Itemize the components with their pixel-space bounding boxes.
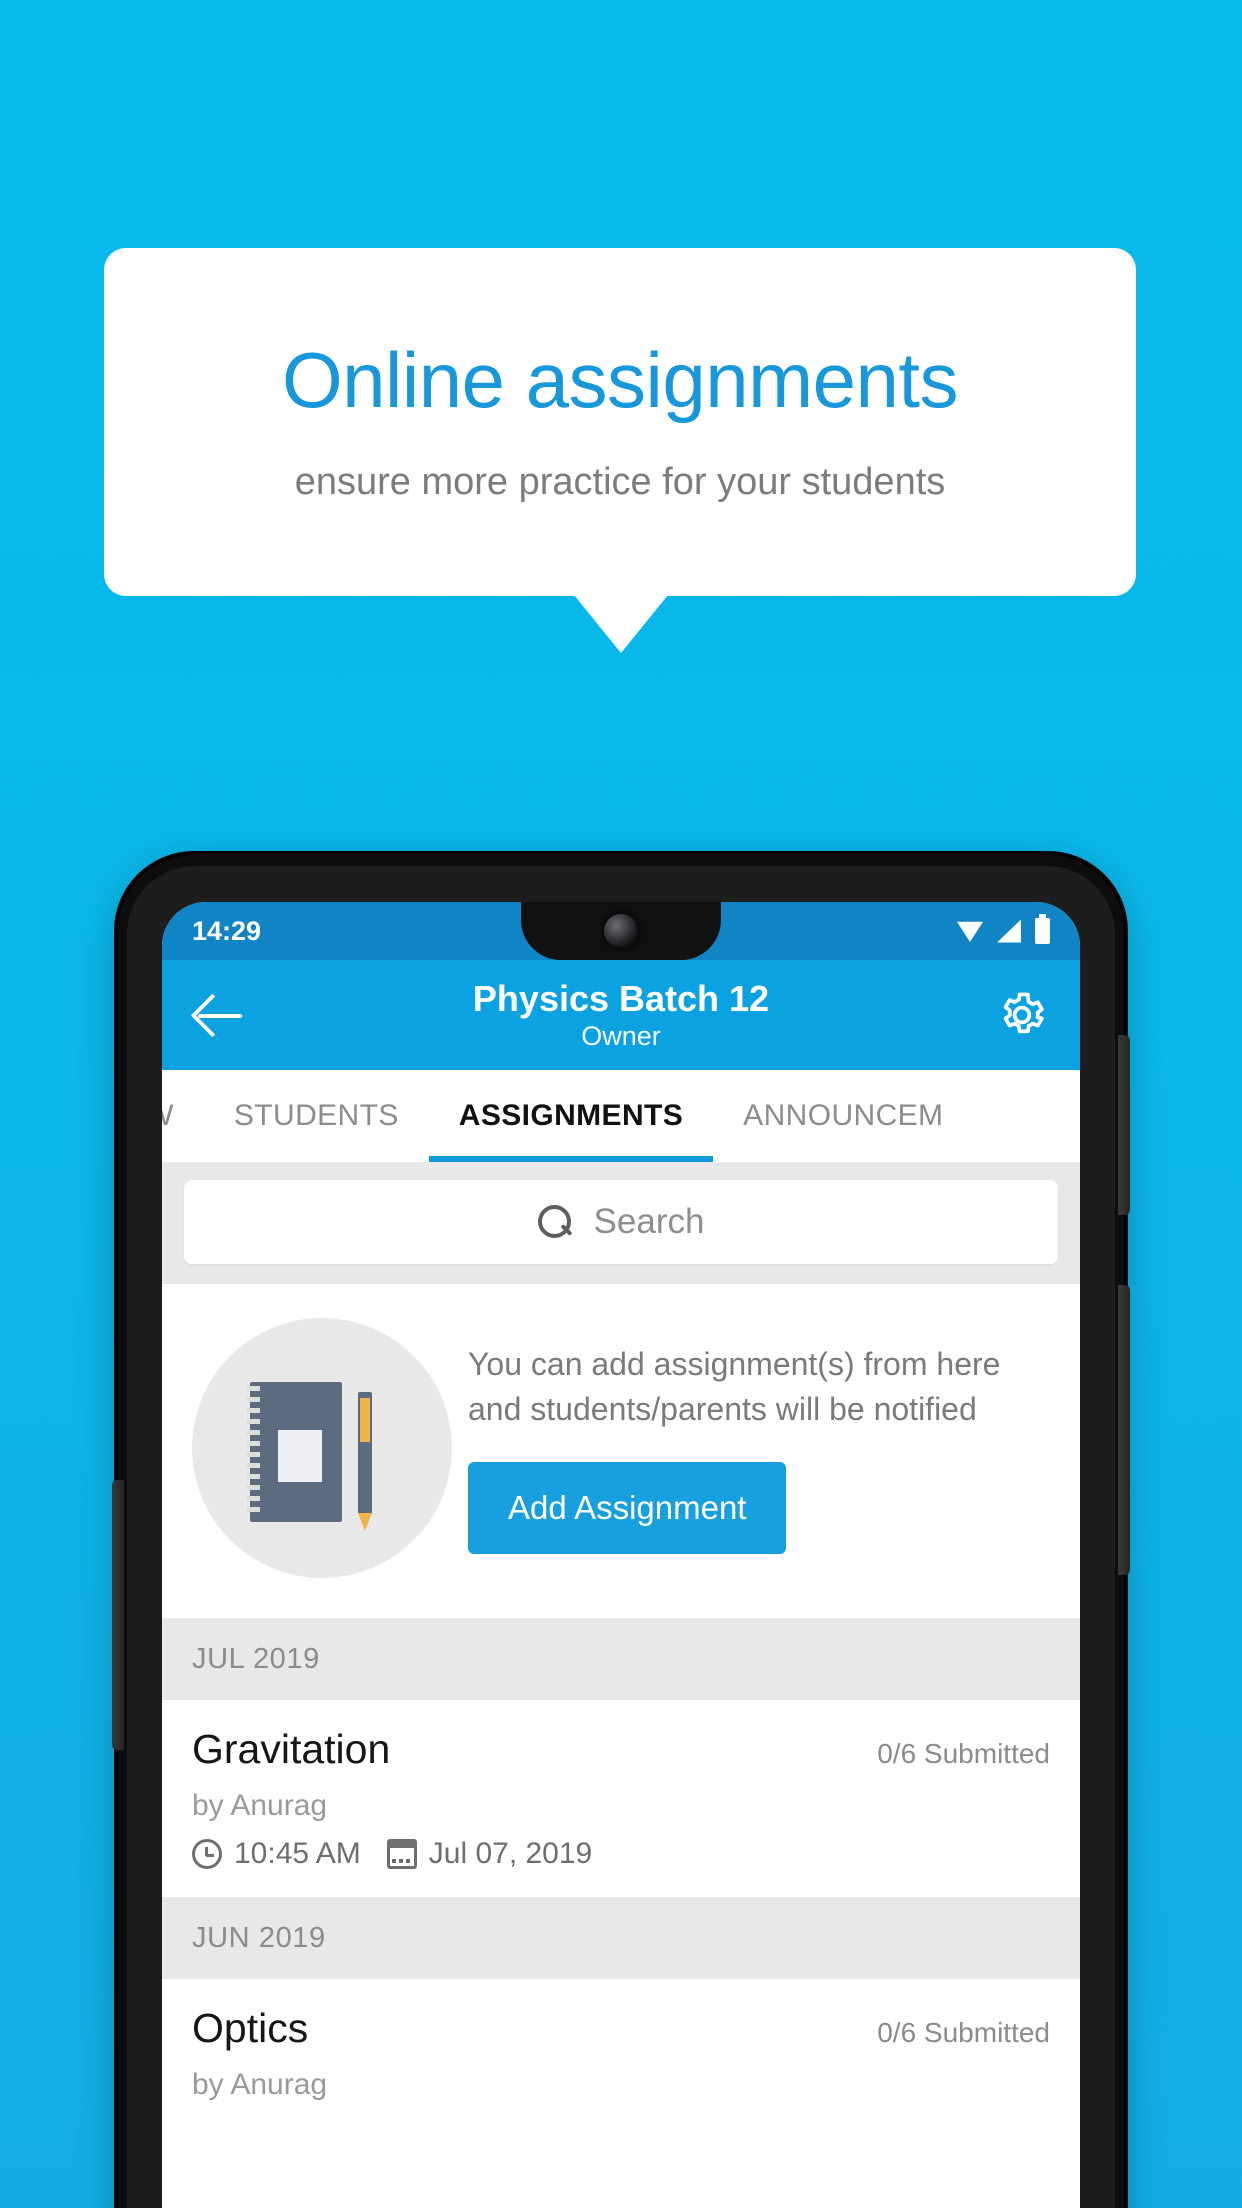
- back-arrow-icon[interactable]: [194, 988, 248, 1042]
- tab-announcements[interactable]: ANNOUNCEM: [713, 1099, 973, 1133]
- notebook-and-pen-icon: [192, 1318, 452, 1578]
- wifi-icon: [957, 921, 983, 942]
- promo-title: Online assignments: [281, 335, 959, 424]
- gear-icon[interactable]: [996, 989, 1048, 1041]
- assignment-date: Jul 07, 2019: [428, 1837, 593, 1870]
- search-input[interactable]: Search: [184, 1180, 1058, 1264]
- month-header-jun: JUN 2019: [162, 1897, 1080, 1979]
- calendar-icon: [386, 1839, 417, 1869]
- add-assignment-button[interactable]: Add Assignment: [468, 1462, 787, 1555]
- search-section: Search: [162, 1162, 1080, 1284]
- app-bar: Physics Batch 12 Owner: [162, 960, 1080, 1070]
- pen-icon: [358, 1392, 372, 1531]
- assignment-author: by Anurag: [192, 1789, 328, 1822]
- search-icon: [537, 1205, 572, 1239]
- page-title: Physics Batch 12: [472, 977, 770, 1019]
- phone-volume-button[interactable]: [1118, 1035, 1130, 1215]
- status-bar-time: 14:29: [192, 915, 262, 946]
- tab-overview[interactable]: IEW: [162, 1099, 204, 1133]
- status-bar-icons: [957, 914, 1050, 944]
- notebook-label-icon: [278, 1430, 322, 1482]
- battery-icon: [1035, 914, 1050, 944]
- assignment-submitted-count: 0/6 Submitted: [877, 1738, 1050, 1769]
- page-subtitle: Owner: [581, 1021, 661, 1052]
- assignment-row[interactable]: Optics 0/6 Submitted by Anurag: [162, 1979, 1080, 2128]
- phone-power-button[interactable]: [1118, 1285, 1130, 1575]
- notebook-icon: [247, 1382, 342, 1522]
- assignment-header: Optics 0/6 Submitted: [192, 2005, 1050, 2052]
- app-bar-titles: Physics Batch 12 Owner: [162, 978, 1080, 1053]
- assignment-title: Optics: [192, 2005, 309, 2051]
- assignment-header: Gravitation 0/6 Submitted: [192, 1726, 1050, 1773]
- tab-active-indicator: [429, 1156, 713, 1162]
- promo-card: Online assignments ensure more practice …: [104, 248, 1136, 596]
- promo-subtitle: ensure more practice for your students: [294, 461, 946, 504]
- phone-notch: [521, 902, 721, 960]
- assignment-meta: 10:45 AM Jul 07, 2019: [192, 1837, 1050, 1871]
- assignment-row[interactable]: Gravitation 0/6 Submitted by Anurag 10:4…: [162, 1700, 1080, 1897]
- phone-device-frame: 14:29 Physics Batch 12 Owner STUDENTS AS…: [112, 855, 1130, 2208]
- front-camera-icon: [604, 914, 638, 948]
- promo-bubble-tail: [574, 595, 668, 653]
- empty-state-message: You can add assignment(s) from here and …: [468, 1345, 1001, 1427]
- search-placeholder: Search: [593, 1202, 705, 1241]
- tab-students[interactable]: STUDENTS: [204, 1099, 429, 1133]
- empty-state-content: You can add assignment(s) from here and …: [468, 1342, 1050, 1555]
- tab-bar: IEW STUDENTS ASSIGNMENTS ANNOUNCEM: [162, 1070, 1080, 1162]
- phone-screen: 14:29 Physics Batch 12 Owner STUDENTS AS…: [162, 902, 1080, 2208]
- clock-icon: [192, 1839, 222, 1869]
- empty-state-card: You can add assignment(s) from here and …: [162, 1284, 1080, 1618]
- assignment-author: by Anurag: [192, 2068, 328, 2101]
- assignment-submitted-count: 0/6 Submitted: [877, 2017, 1050, 2048]
- phone-left-button[interactable]: [112, 1480, 124, 1750]
- tab-assignments[interactable]: ASSIGNMENTS: [429, 1099, 713, 1133]
- assignment-title: Gravitation: [192, 1726, 391, 1772]
- signal-icon: [997, 919, 1021, 943]
- month-header-jul: JUL 2019: [162, 1618, 1080, 1700]
- phone-inner-bezel: 14:29 Physics Batch 12 Owner STUDENTS AS…: [127, 866, 1115, 2208]
- assignment-time: 10:45 AM: [234, 1837, 361, 1870]
